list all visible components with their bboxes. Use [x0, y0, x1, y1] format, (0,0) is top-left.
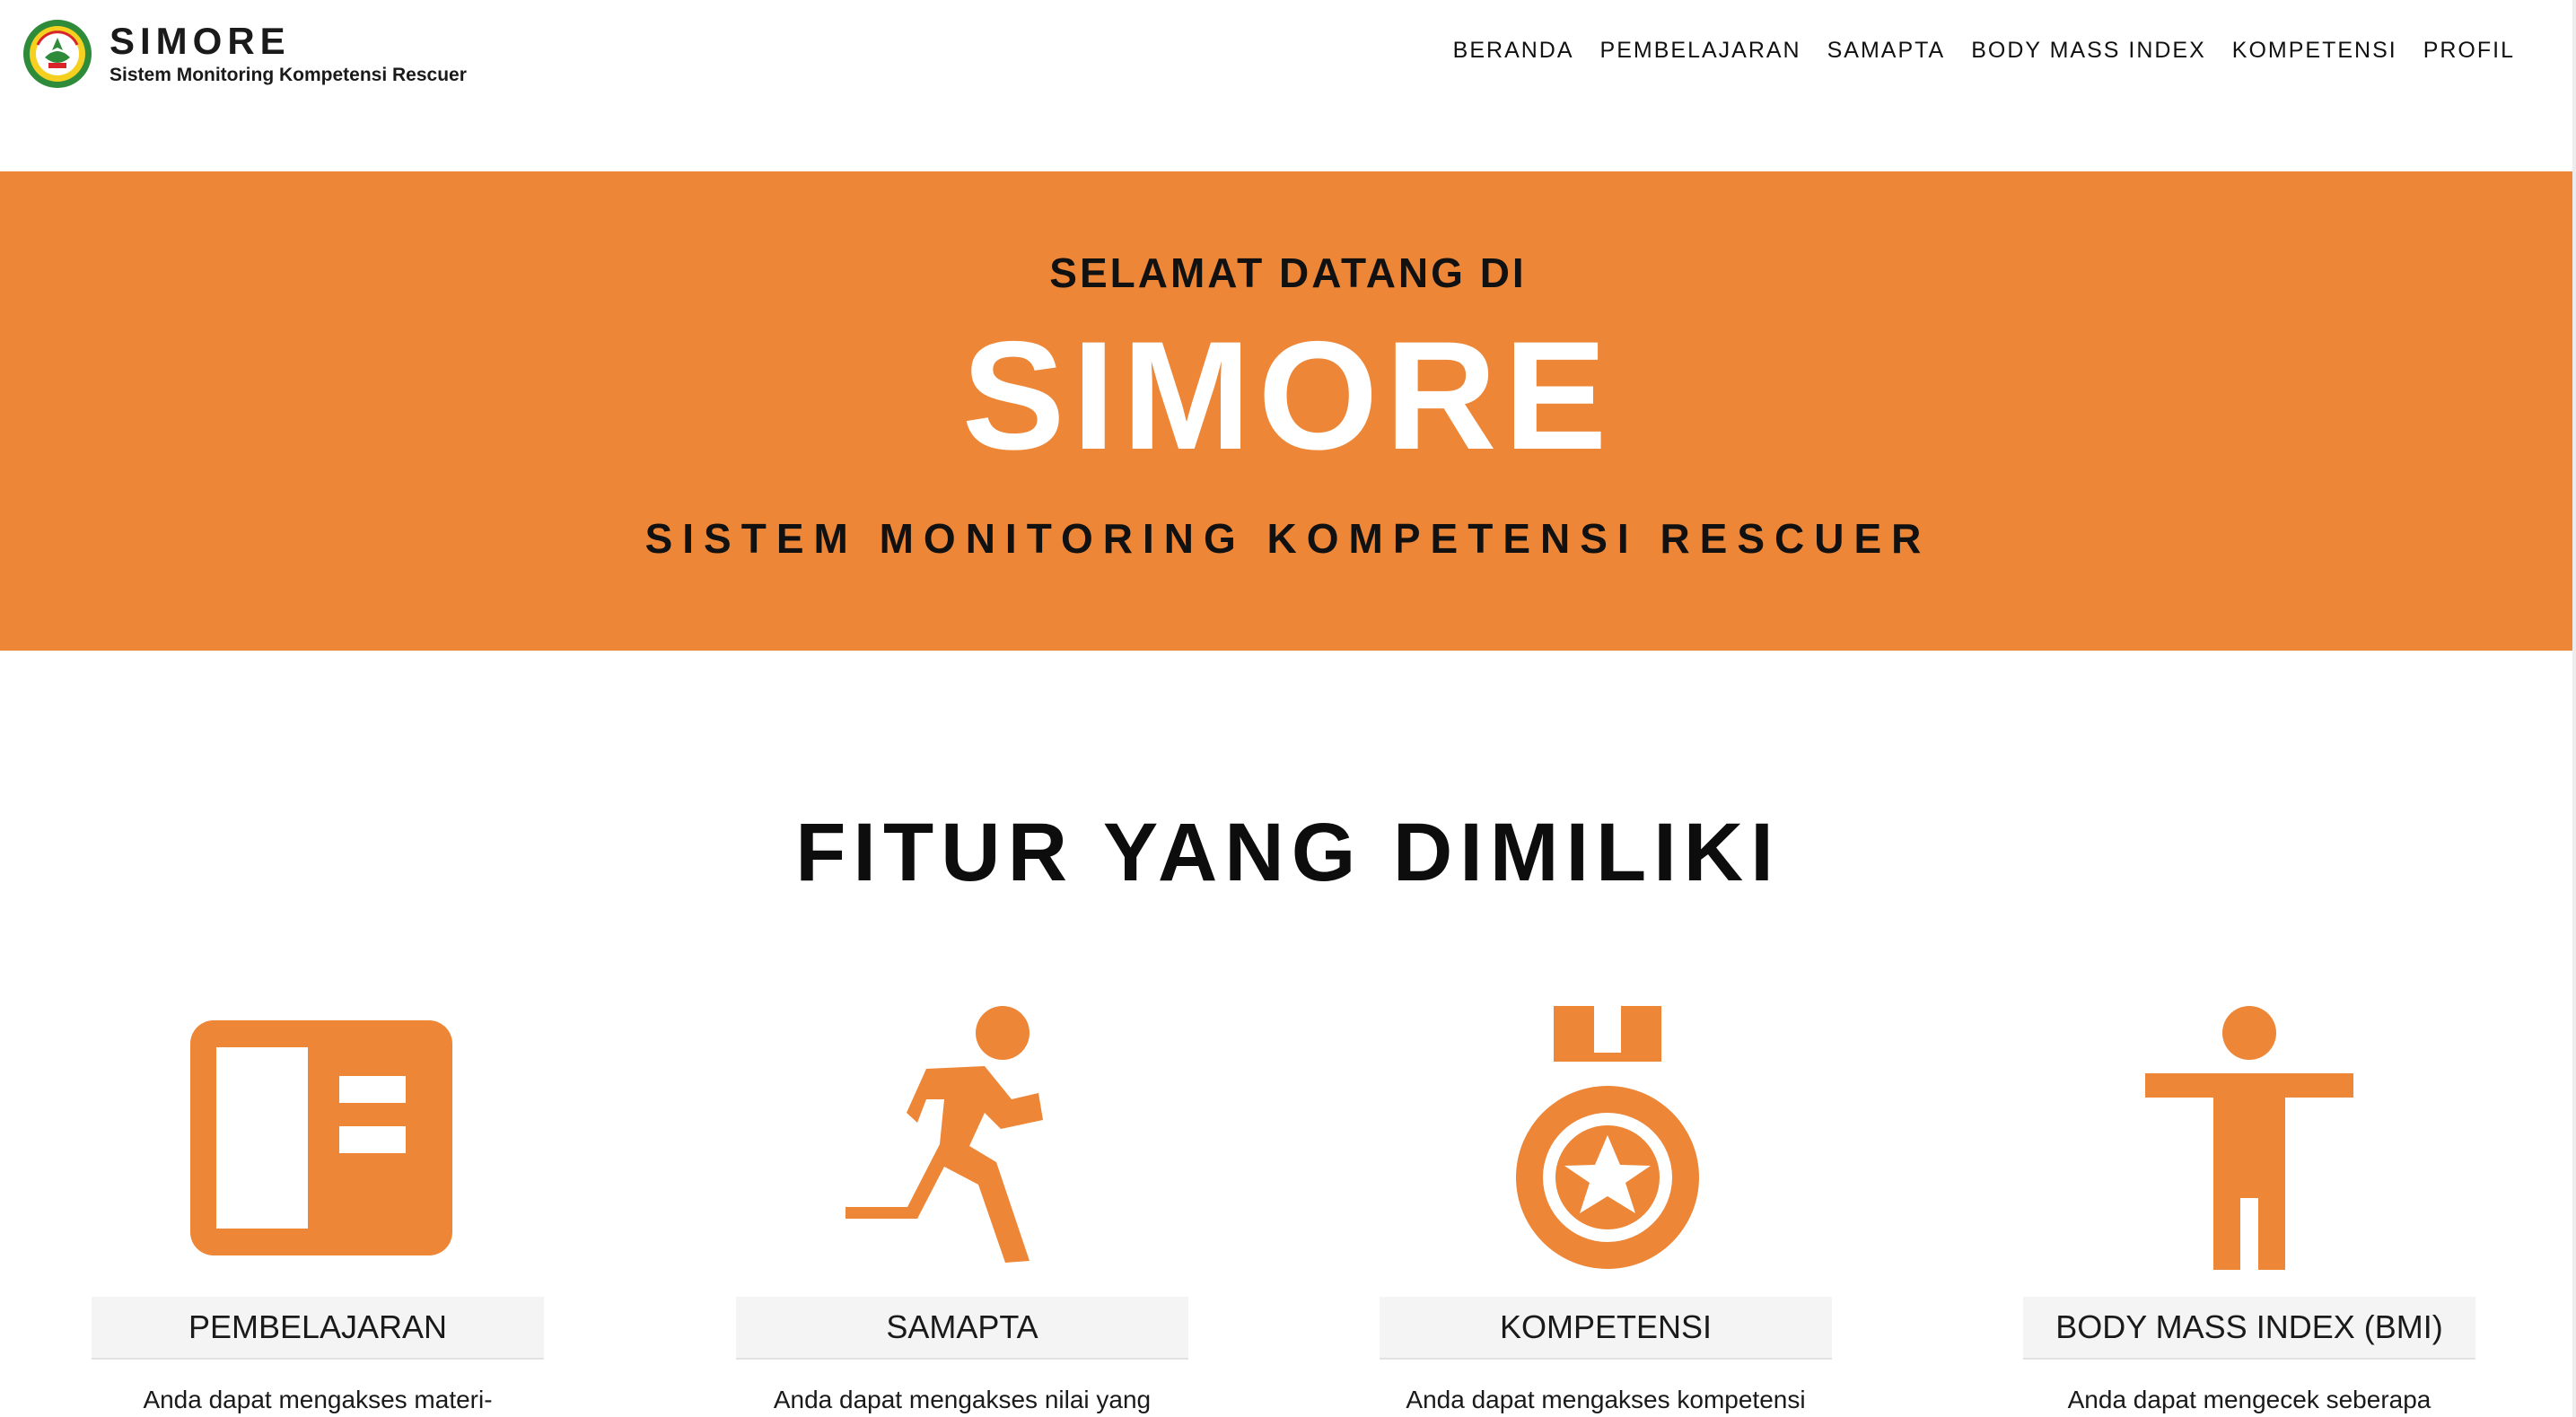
hero-subtitle: SISTEM MONITORING KOMPETENSI RESCUER: [644, 515, 1932, 562]
scrollbar[interactable]: [2572, 0, 2576, 1417]
brand-title[interactable]: SIMORE: [110, 21, 467, 62]
hero-banner: SELAMAT DATANG DI SIMORE SISTEM MONITORI…: [0, 171, 2576, 651]
brand-subtitle: Sistem Monitoring Kompetensi Rescuer: [110, 65, 467, 85]
card-label: BODY MASS INDEX (BMI): [2023, 1297, 2475, 1360]
nav-item-profil[interactable]: PROFIL: [2423, 38, 2515, 64]
features-title: FITUR YANG DIMILIKI: [795, 807, 1781, 898]
medal-star-icon: [1516, 1006, 1699, 1269]
card-label: SAMAPTA: [736, 1297, 1188, 1360]
hero-kicker: SELAMAT DATANG DI: [1049, 249, 1527, 296]
main-nav: BERANDA PEMBELAJARAN SAMAPTA BODY MASS I…: [1453, 38, 2515, 64]
nav-item-kompetensi[interactable]: KOMPETENSI: [2232, 38, 2397, 64]
card-description: Anda dapat mengakses materi-: [143, 1386, 493, 1413]
card-label: KOMPETENSI: [1380, 1297, 1832, 1360]
card-description: Anda dapat mengecek seberapa: [2067, 1386, 2431, 1413]
person-standing-icon: [2145, 1006, 2353, 1270]
card-description: Anda dapat mengakses kompetensi: [1406, 1386, 1806, 1413]
nav-item-pembelajaran[interactable]: PEMBELAJARAN: [1600, 38, 1801, 64]
running-person-icon: [846, 1006, 1043, 1263]
hero-title: SIMORE: [961, 310, 1615, 482]
nav-item-beranda[interactable]: BERANDA: [1453, 38, 1574, 64]
basarnas-logo-icon[interactable]: [22, 18, 93, 90]
site-header: SIMORE Sistem Monitoring Kompetensi Resc…: [0, 0, 2576, 171]
brand[interactable]: SIMORE Sistem Monitoring Kompetensi Resc…: [22, 18, 467, 90]
nav-item-body-mass-index[interactable]: BODY MASS INDEX: [1971, 38, 2206, 64]
dashboard-panel-icon: [190, 1020, 452, 1255]
card-description: Anda dapat mengakses nilai yang: [773, 1386, 1152, 1413]
card-label: PEMBELAJARAN: [92, 1297, 544, 1360]
nav-item-samapta[interactable]: SAMAPTA: [1827, 38, 1946, 64]
